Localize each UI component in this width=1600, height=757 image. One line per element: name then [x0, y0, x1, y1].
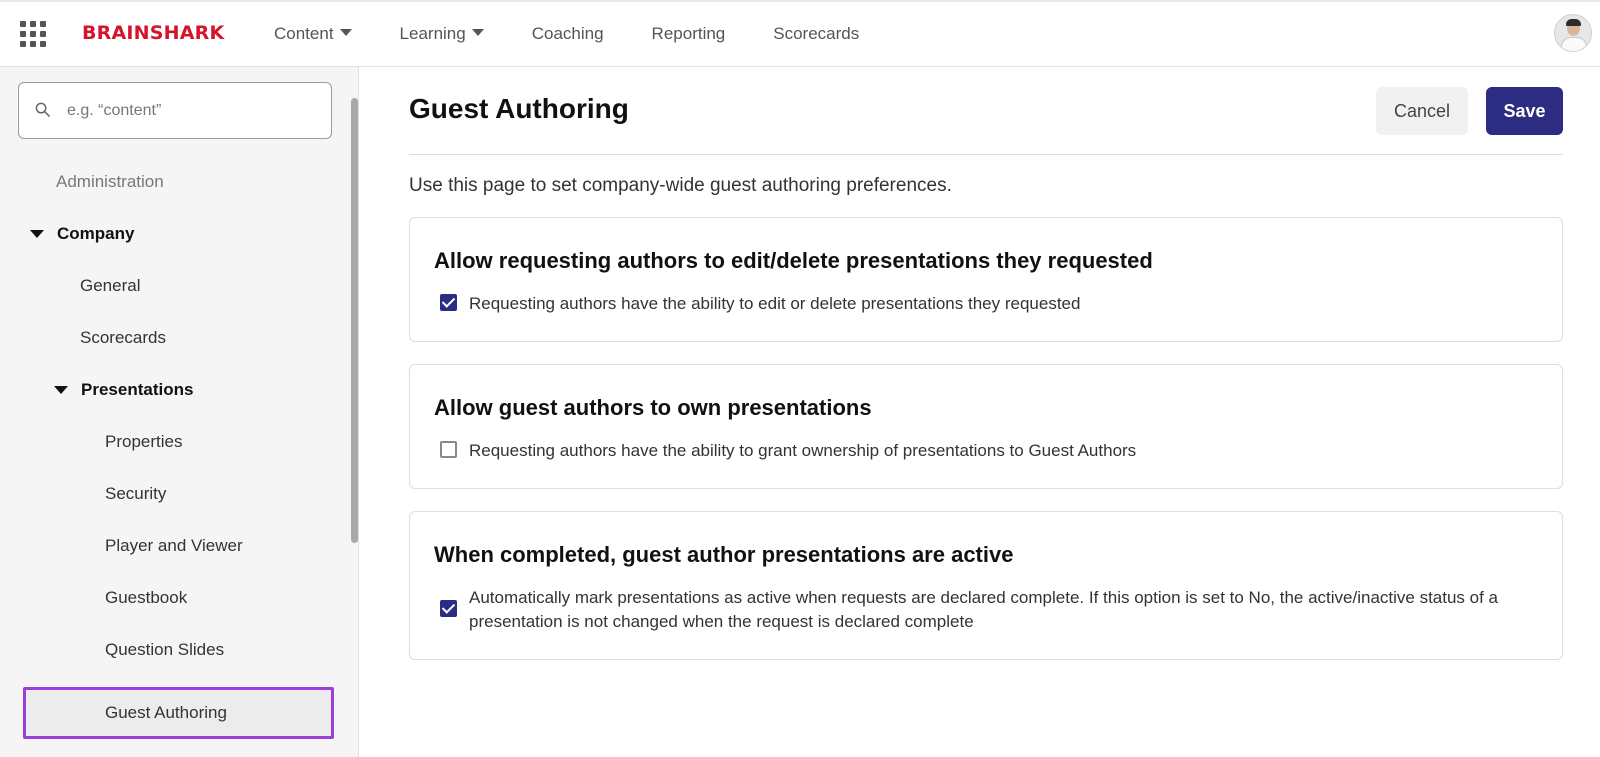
search-input[interactable] — [67, 83, 317, 138]
setting-option: Automatically mark presentations as acti… — [440, 586, 1540, 634]
main-nav: Content Learning Coaching Reporting Scor… — [274, 0, 907, 67]
main-content: Guest Authoring Cancel Save Use this pag… — [359, 67, 1600, 757]
header-divider — [409, 154, 1563, 155]
setting-title: Allow requesting authors to edit/delete … — [434, 248, 1153, 273]
sidebar-item-label: Properties — [105, 432, 183, 451]
sidebar-scrollbar[interactable] — [351, 98, 358, 543]
sidebar-item-label: Guestbook — [105, 588, 188, 607]
nav-coaching-label: Coaching — [531, 23, 604, 43]
sidebar-item-label: Scorecards — [80, 328, 166, 347]
nav-content[interactable]: Content — [274, 24, 352, 44]
search-icon — [35, 102, 50, 117]
sidebar-item-label: General — [80, 276, 141, 295]
sidebar-item-label: Company — [57, 224, 135, 243]
sidebar-item-question-slides[interactable]: Question Slides — [105, 640, 224, 660]
sidebar-item-label: Guest Authoring — [105, 703, 227, 722]
nav-content-label: Content — [274, 23, 334, 43]
checkbox-label[interactable]: Requesting authors have the ability to e… — [469, 292, 1080, 316]
sidebar-item-guestbook[interactable]: Guestbook — [105, 588, 187, 608]
nav-reporting[interactable]: Reporting — [652, 24, 726, 44]
sidebar-item-general[interactable]: General — [80, 276, 140, 296]
sidebar-item-security[interactable]: Security — [105, 484, 166, 504]
cancel-button[interactable]: Cancel — [1376, 87, 1468, 135]
page-title: Guest Authoring — [409, 93, 629, 124]
nav-learning-label: Learning — [399, 23, 466, 43]
sidebar-item-presentations[interactable]: Presentations — [54, 380, 193, 400]
sidebar-item-player-and-viewer[interactable]: Player and Viewer — [105, 536, 243, 556]
sidebar-item-label: Player and Viewer — [105, 536, 243, 555]
expand-triangle-icon[interactable] — [30, 230, 44, 238]
avatar-hair — [1566, 19, 1581, 26]
sidebar-search — [18, 82, 332, 139]
nav-learning[interactable]: Learning — [400, 24, 484, 44]
auto-active-checkbox[interactable] — [440, 600, 457, 617]
caret-down-icon — [339, 29, 352, 36]
user-avatar[interactable] — [1554, 14, 1592, 52]
sidebar-item-administration[interactable]: Administration — [56, 172, 164, 192]
expand-triangle-icon[interactable] — [54, 386, 68, 394]
caret-down-icon — [471, 29, 484, 36]
top-navigation-bar: BRAINSHARK Content Learning Coaching Rep… — [0, 0, 1600, 67]
nav-coaching[interactable]: Coaching — [532, 24, 604, 44]
settings-sidebar: Administration Company General Scorecard… — [0, 67, 359, 757]
sidebar-item-label: Presentations — [81, 380, 194, 399]
setting-card-edit-delete: Allow requesting authors to edit/delete … — [409, 217, 1563, 342]
sidebar-item-properties[interactable]: Properties — [105, 432, 182, 452]
nav-scorecards[interactable]: Scorecards — [773, 24, 859, 44]
sidebar-item-guest-authoring[interactable]: Guest Authoring — [23, 687, 334, 739]
sidebar-item-scorecards[interactable]: Scorecards — [80, 328, 166, 348]
sidebar-item-label: Question Slides — [105, 640, 225, 659]
setting-title: When completed, guest author presentatio… — [434, 542, 1014, 567]
sidebar-item-company[interactable]: Company — [30, 224, 134, 244]
nav-scorecards-label: Scorecards — [773, 23, 860, 43]
checkbox-label[interactable]: Automatically mark presentations as acti… — [469, 586, 1540, 634]
brand-logo[interactable]: BRAINSHARK — [82, 22, 224, 44]
setting-option: Requesting authors have the ability to g… — [440, 439, 1136, 463]
sidebar-item-label: Security — [105, 484, 167, 503]
guest-ownership-checkbox[interactable] — [440, 441, 457, 458]
setting-card-auto-active: When completed, guest author presentatio… — [409, 511, 1563, 660]
setting-option: Requesting authors have the ability to e… — [440, 292, 1080, 316]
save-button[interactable]: Save — [1486, 87, 1563, 135]
page-description: Use this page to set company-wide guest … — [409, 175, 952, 196]
checkbox-label[interactable]: Requesting authors have the ability to g… — [469, 439, 1136, 463]
sidebar-item-label: Administration — [56, 172, 164, 191]
edit-delete-checkbox[interactable] — [440, 294, 457, 311]
nav-reporting-label: Reporting — [651, 23, 726, 43]
setting-title: Allow guest authors to own presentations — [434, 395, 872, 420]
setting-card-guest-ownership: Allow guest authors to own presentations… — [409, 364, 1563, 489]
avatar-shirt — [1561, 37, 1587, 51]
app-grid-icon[interactable] — [20, 21, 46, 47]
